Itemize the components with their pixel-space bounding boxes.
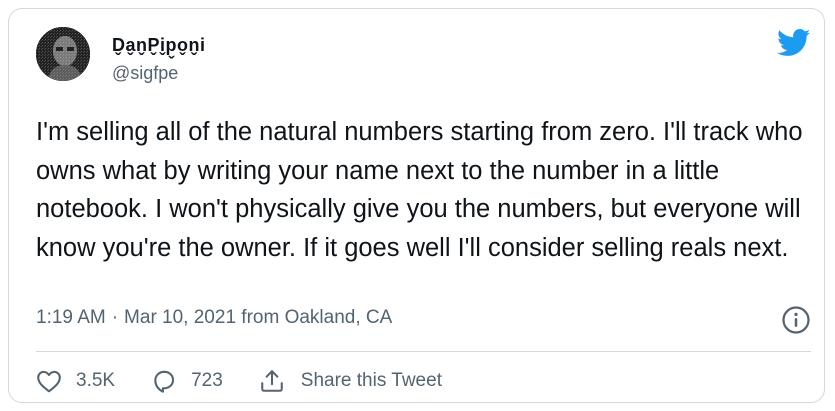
reply-icon <box>154 370 175 393</box>
like-count: 3.5K <box>76 370 116 391</box>
author-display-name[interactable]: D̬a̬n̬P̬i̬p̬o̬n̬i <box>112 35 206 56</box>
tweet-date[interactable]: Mar 10, 2021 <box>124 307 236 328</box>
heart-icon <box>37 370 61 393</box>
tweet-location: from Oakland, CA <box>241 307 393 328</box>
meta-separator: · <box>111 307 119 328</box>
avatar-image <box>36 27 90 81</box>
tweet-card: D̬a̬n̬P̬i̬p̬o̬n̬i @sigfpe I'm selling al… <box>8 8 825 403</box>
tweet-text: I'm selling all of the natural numbers s… <box>36 118 803 262</box>
reply-button[interactable]: 723 <box>151 369 223 393</box>
tweet-metadata: 1:19 AM · Mar 10, 2021 from Oakland, CA <box>36 307 392 329</box>
reply-count: 723 <box>191 370 223 391</box>
share-icon <box>261 370 283 392</box>
share-label: Share this Tweet <box>300 370 442 391</box>
tweet-time[interactable]: 1:19 AM <box>36 307 106 328</box>
share-button[interactable]: Share this Tweet <box>259 368 442 394</box>
info-icon[interactable] <box>781 305 811 335</box>
tweet-actions: 3.5K 723 Share this Tweet <box>36 361 478 401</box>
avatar[interactable] <box>36 27 90 81</box>
divider <box>36 351 811 352</box>
twitter-bird-icon[interactable] <box>777 29 811 57</box>
like-button[interactable]: 3.5K <box>36 369 115 393</box>
author-handle[interactable]: @sigfpe <box>112 63 178 84</box>
